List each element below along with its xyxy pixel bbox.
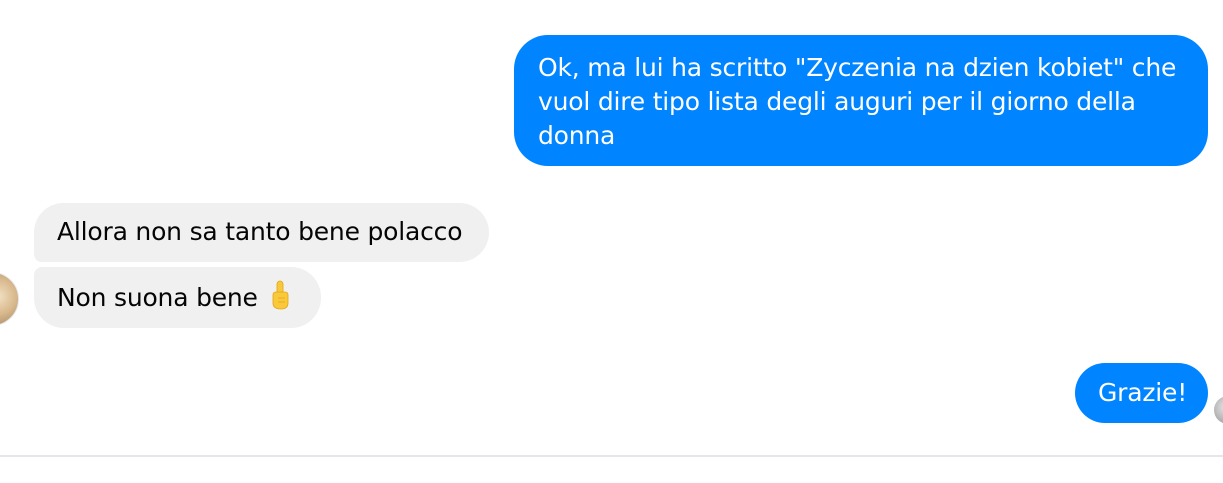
composer-divider [0,455,1223,457]
read-receipt-avatar [1214,396,1223,424]
contact-avatar[interactable] [0,272,19,326]
sent-message-bubble[interactable]: Ok, ma lui ha scritto "Zyczenia na dzien… [514,35,1208,166]
pointing-up-hand-icon [272,280,288,310]
message-text: Grazie! [1098,378,1188,407]
received-message-bubble[interactable]: Non suona bene [34,267,321,328]
sent-message-bubble[interactable]: Grazie! [1075,363,1208,423]
received-message-bubble[interactable]: Allora non sa tanto bene polacco [34,203,489,262]
message-text: Non suona bene [57,283,258,312]
chat-window: Ok, ma lui ha scritto "Zyczenia na dzien… [0,0,1223,483]
message-text: Allora non sa tanto bene polacco [57,217,463,246]
message-text: Ok, ma lui ha scritto "Zyczenia na dzien… [538,53,1177,150]
